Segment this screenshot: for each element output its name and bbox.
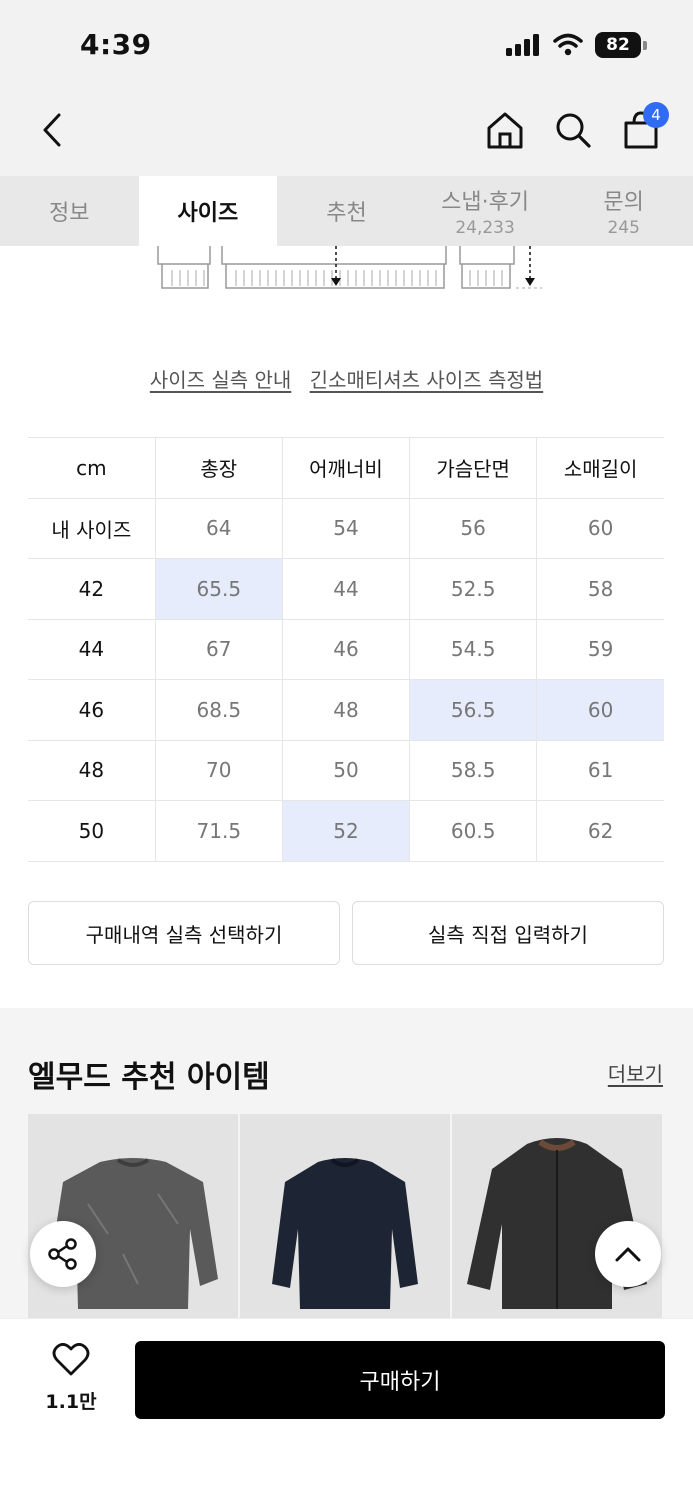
- table-cell: 52: [281, 800, 411, 862]
- table-cell: 54.5: [409, 618, 538, 680]
- table-header: 가슴단면: [409, 437, 538, 499]
- select-purchase-history-button[interactable]: 구매내역 실측 선택하기: [28, 901, 340, 965]
- table-cell: 60.5: [409, 800, 538, 862]
- search-button[interactable]: [551, 106, 595, 154]
- table-cell: 59: [536, 618, 664, 680]
- row-label: 내 사이즈: [28, 497, 156, 559]
- status-time: 4:39: [80, 28, 152, 61]
- product-tabs: 정보 사이즈 추천 스냅·후기 24,233 문의 245: [0, 176, 693, 246]
- table-cell: 46: [281, 618, 411, 680]
- measure-actions: 구매내역 실측 선택하기 실측 직접 입력하기: [28, 901, 664, 965]
- table-cell: 52.5: [409, 558, 538, 620]
- table-cell: 48: [281, 679, 411, 741]
- back-button[interactable]: [32, 110, 72, 150]
- heart-icon: [52, 1343, 90, 1376]
- table-cell: 65.5: [154, 558, 283, 620]
- tab-label: 사이즈: [177, 201, 239, 226]
- table-cell: 60: [536, 679, 664, 741]
- like-count: 1.1만: [45, 1391, 97, 1413]
- table-cell: 44: [281, 558, 411, 620]
- row-label: 42: [28, 558, 156, 620]
- tab-label: 문의: [603, 190, 644, 215]
- tab-inquiry[interactable]: 문의 245: [554, 176, 693, 246]
- tab-label: 추천: [326, 201, 367, 226]
- section-title: 엘무드 추천 아이템: [28, 1060, 270, 1095]
- table-cell: 64: [154, 497, 283, 559]
- table-header: cm: [28, 437, 156, 499]
- table-row: 44 67 46 54.5 59: [28, 618, 664, 680]
- tab-label: 정보: [49, 201, 90, 226]
- table-header: 총장: [154, 437, 283, 499]
- share-button[interactable]: [30, 1221, 96, 1287]
- size-table: cm 총장 어깨너비 가슴단면 소매길이 내 사이즈 64 54 56 60 4…: [28, 437, 664, 862]
- chevron-left-icon: [43, 113, 61, 147]
- table-cell: 68.5: [154, 679, 283, 741]
- table-row: 46 68.5 48 56.5 60: [28, 679, 664, 741]
- home-icon: [487, 112, 523, 149]
- row-label: 50: [28, 800, 156, 862]
- table-cell: 60: [536, 497, 664, 559]
- tab-snap-review[interactable]: 스냅·후기 24,233: [416, 176, 555, 246]
- row-label: 44: [28, 618, 156, 680]
- nav-bar: 4: [0, 92, 693, 176]
- tab-size[interactable]: 사이즈: [138, 176, 278, 246]
- table-row: 50 71.5 52 60.5 62: [28, 800, 664, 862]
- like-button[interactable]: 1.1만: [40, 1343, 102, 1414]
- table-cell: 58.5: [409, 739, 538, 801]
- table-cell: 71.5: [154, 800, 283, 862]
- manual-input-button[interactable]: 실측 직접 입력하기: [352, 901, 664, 965]
- tab-recommend[interactable]: 추천: [277, 176, 416, 246]
- table-cell: 67: [154, 618, 283, 680]
- table-header-row: cm 총장 어깨너비 가슴단면 소매길이: [28, 437, 664, 499]
- table-row: 48 70 50 58.5 61: [28, 739, 664, 801]
- battery-level: 82: [595, 32, 641, 58]
- table-row: 내 사이즈 64 54 56 60: [28, 497, 664, 559]
- buy-button[interactable]: 구매하기: [135, 1341, 665, 1419]
- measure-method-link[interactable]: 긴소매티셔츠 사이즈 측정법: [310, 368, 544, 392]
- more-link[interactable]: 더보기: [608, 1058, 663, 1087]
- tab-count: 24,233: [455, 218, 515, 238]
- table-row: 42 65.5 44 52.5 58: [28, 558, 664, 620]
- cart-count-badge: 4: [643, 102, 669, 128]
- share-icon: [48, 1238, 77, 1270]
- status-icons: 82: [505, 32, 647, 58]
- tab-label: 스냅·후기: [441, 190, 530, 215]
- home-button[interactable]: [483, 106, 527, 154]
- chevron-up-icon: [615, 1247, 641, 1262]
- row-label: 48: [28, 739, 156, 801]
- table-cell: 70: [154, 739, 283, 801]
- search-icon: [556, 113, 591, 148]
- table-cell: 56.5: [409, 679, 538, 741]
- scroll-top-button[interactable]: [595, 1221, 661, 1287]
- table-cell: 61: [536, 739, 664, 801]
- tab-count: 245: [607, 218, 640, 238]
- wifi-icon: [553, 33, 583, 56]
- table-cell: 62: [536, 800, 664, 862]
- tab-info[interactable]: 정보: [0, 176, 139, 246]
- size-diagram: [157, 246, 542, 289]
- row-label: 46: [28, 679, 156, 741]
- size-links: 사이즈 실측 안내 긴소매티셔츠 사이즈 측정법: [0, 364, 693, 393]
- signal-icon: [506, 34, 539, 56]
- size-guide-link[interactable]: 사이즈 실측 안내: [150, 368, 292, 392]
- table-header: 어깨너비: [281, 437, 411, 499]
- table-header: 소매길이: [536, 437, 664, 499]
- battery-icon: 82: [595, 32, 647, 58]
- table-cell: 50: [281, 739, 411, 801]
- table-cell: 56: [409, 497, 538, 559]
- cart-button[interactable]: 4: [619, 102, 669, 154]
- table-cell: 54: [281, 497, 411, 559]
- purchase-bar: 1.1만 구매하기: [0, 1318, 693, 1500]
- status-bar: 4:39 82: [0, 0, 693, 92]
- table-cell: 58: [536, 558, 664, 620]
